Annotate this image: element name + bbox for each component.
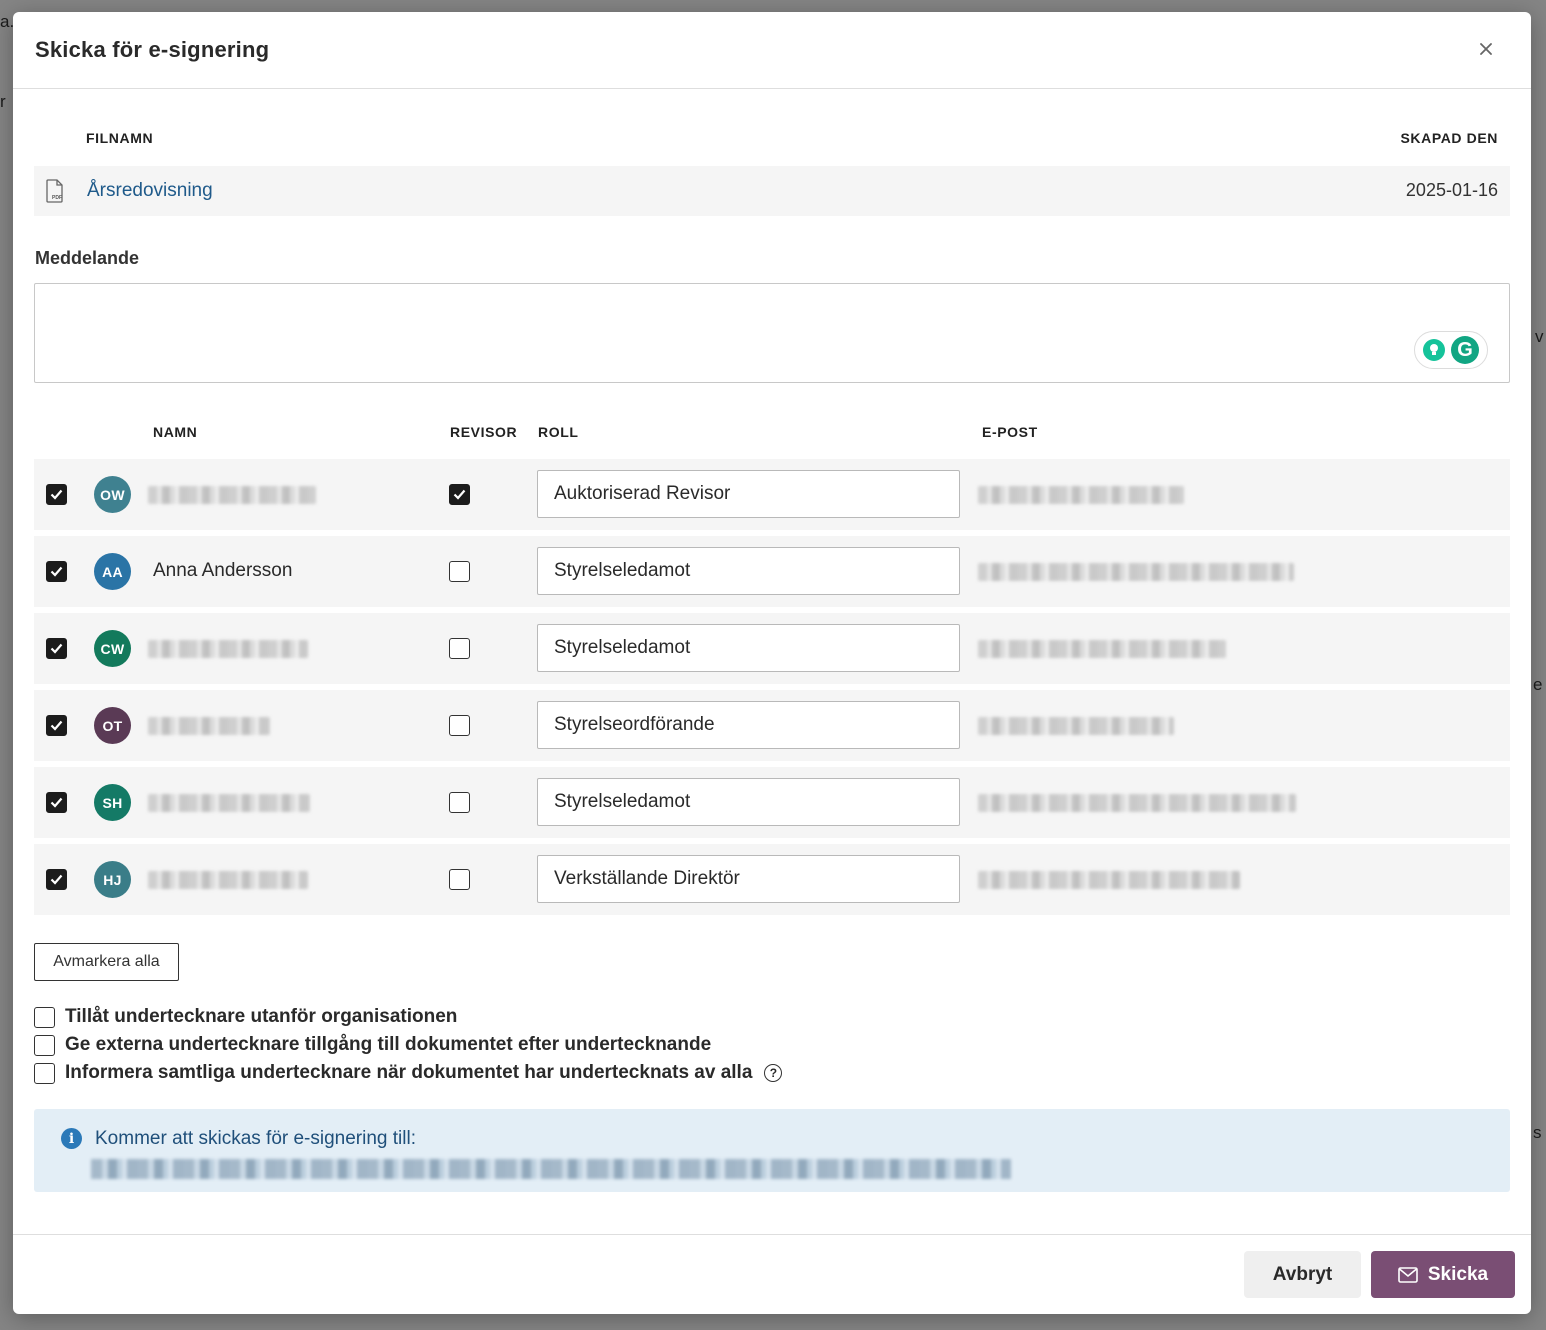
grammarly-widget[interactable]: G [1414, 331, 1488, 369]
signer-select-checkbox[interactable] [46, 638, 67, 659]
deselect-all-button[interactable]: Avmarkera alla [34, 943, 179, 981]
option-label: Tillåt undertecknare utanför organisatio… [65, 1006, 458, 1027]
auditor-column-header: REVISOR [450, 424, 518, 440]
option-allow-external[interactable]: Tillåt undertecknare utanför organisatio… [34, 1006, 457, 1028]
role-input[interactable]: Styrelseledamot [537, 547, 960, 595]
grammarly-logo-icon: G [1451, 336, 1479, 364]
signer-row: CW Styrelseledamot [34, 613, 1510, 684]
redacted-email [978, 717, 1174, 735]
redacted-name [148, 717, 270, 735]
redacted-email [978, 486, 1184, 504]
esign-dialog: Skicka för e-signering FILNAMN SKAPAD DE… [13, 12, 1531, 1314]
notify-all-checkbox[interactable] [34, 1062, 55, 1084]
redacted-name [148, 794, 310, 812]
dialog-title: Skicka för e-signering [35, 37, 270, 62]
auditor-checkbox[interactable] [449, 869, 470, 890]
lightbulb-icon [1423, 339, 1445, 361]
signer-select-checkbox[interactable] [46, 869, 67, 890]
redacted-email [978, 563, 1294, 581]
redacted-recipient-list [91, 1159, 1011, 1179]
redacted-name [148, 871, 308, 889]
signer-select-checkbox[interactable] [46, 792, 67, 813]
svg-text:PDF: PDF [52, 195, 62, 201]
redacted-name [148, 640, 308, 658]
email-column-header: E-POST [982, 424, 1038, 440]
option-external-access[interactable]: Ge externa undertecknare tillgång till d… [34, 1034, 711, 1056]
redacted-email [978, 794, 1296, 812]
option-label: Ge externa undertecknare tillgång till d… [65, 1034, 712, 1055]
signer-name: Anna Andersson [153, 560, 293, 581]
signer-row: OT Styrelseordförande [34, 690, 1510, 761]
auditor-checkbox[interactable] [449, 484, 470, 505]
role-input[interactable]: Styrelseledamot [537, 624, 960, 672]
avatar: CW [94, 630, 131, 667]
dialog-footer: Avbryt Skicka [13, 1234, 1531, 1314]
info-icon: i [61, 1128, 82, 1149]
avatar: HJ [94, 861, 131, 898]
signer-row: SH Styrelseledamot [34, 767, 1510, 838]
file-created-date: 2025-01-16 [1405, 180, 1498, 200]
role-input[interactable]: Styrelseledamot [537, 778, 960, 826]
info-title: Kommer att skickas för e-signering till: [95, 1128, 416, 1149]
pdf-file-icon: PDF [46, 179, 63, 203]
redacted-name [148, 486, 316, 504]
send-button-label: Skicka [1427, 1263, 1489, 1285]
send-button[interactable]: Skicka [1371, 1251, 1515, 1298]
message-label: Meddelande [35, 248, 140, 268]
close-button[interactable] [1475, 38, 1497, 60]
role-column-header: ROLL [538, 424, 579, 440]
name-column-header: NAMN [153, 424, 198, 440]
role-input[interactable]: Styrelseordförande [537, 701, 960, 749]
option-notify-all[interactable]: Informera samtliga undertecknare när dok… [34, 1062, 783, 1084]
avatar: OT [94, 707, 131, 744]
file-column-header: FILNAMN [86, 130, 154, 146]
recipients-info-box: i Kommer att skickas för e-signering til… [34, 1109, 1510, 1192]
signer-row: AA Anna Andersson Styrelseledamot [34, 536, 1510, 607]
close-icon [1480, 43, 1492, 55]
cancel-button[interactable]: Avbryt [1244, 1251, 1361, 1298]
auditor-checkbox[interactable] [449, 792, 470, 813]
signer-select-checkbox[interactable] [46, 561, 67, 582]
message-textarea[interactable]: G [34, 283, 1510, 383]
file-row: PDF Årsredovisning 2025-01-16 [34, 166, 1510, 216]
auditor-checkbox[interactable] [449, 638, 470, 659]
help-icon[interactable]: ? [764, 1064, 783, 1082]
file-name-link[interactable]: Årsredovisning [87, 180, 213, 202]
external-access-checkbox[interactable] [34, 1034, 55, 1056]
envelope-icon [1398, 1266, 1418, 1283]
created-column-header: SKAPAD DEN [1400, 130, 1498, 146]
auditor-checkbox[interactable] [449, 561, 470, 582]
signer-row: OW Auktoriserad Revisor [34, 459, 1510, 530]
redacted-email [978, 640, 1226, 658]
avatar: OW [94, 476, 131, 513]
signer-select-checkbox[interactable] [46, 484, 67, 505]
avatar: AA [94, 553, 131, 590]
role-input[interactable]: Verkställande Direktör [537, 855, 960, 903]
signer-row: HJ Verkställande Direktör [34, 844, 1510, 915]
option-label: Informera samtliga undertecknare när dok… [65, 1062, 753, 1083]
signer-select-checkbox[interactable] [46, 715, 67, 736]
role-input[interactable]: Auktoriserad Revisor [537, 470, 960, 518]
auditor-checkbox[interactable] [449, 715, 470, 736]
dialog-header: Skicka för e-signering [13, 12, 1531, 89]
redacted-email [978, 871, 1240, 889]
allow-external-checkbox[interactable] [34, 1006, 55, 1028]
avatar: SH [94, 784, 131, 821]
